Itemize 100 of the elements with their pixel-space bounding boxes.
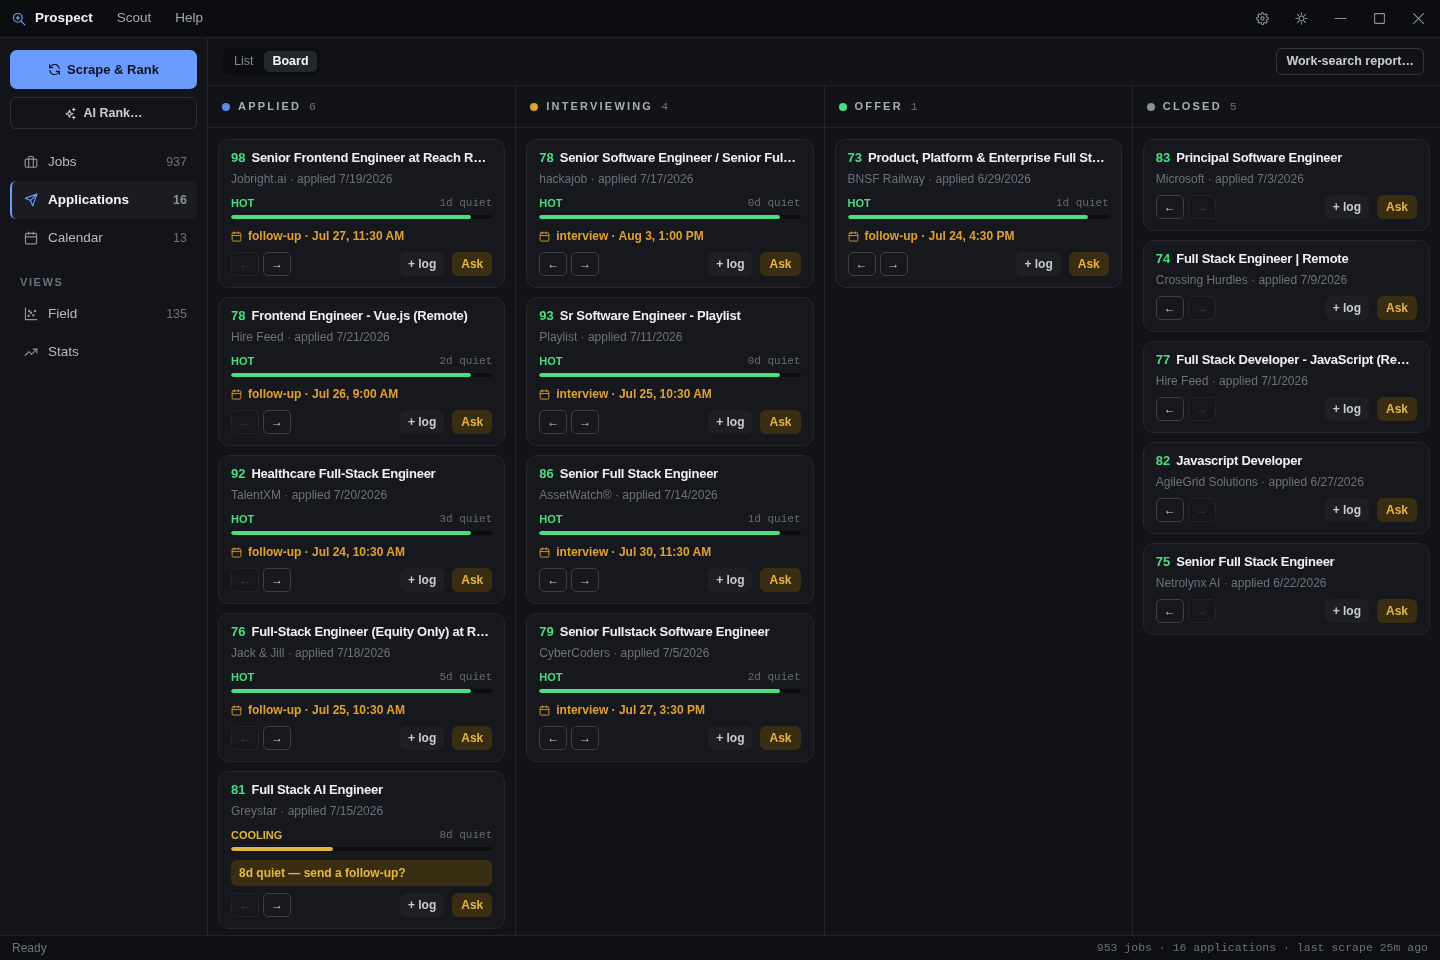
job-title: Senior Fullstack Software Engineer: [559, 623, 770, 641]
quiet-time: 1d quiet: [1055, 196, 1109, 211]
event-text: follow-up · Jul 26, 9:00 AM: [248, 386, 399, 403]
menu-item[interactable]: Help: [175, 8, 204, 29]
calendar-icon: [539, 230, 551, 242]
ask-button[interactable]: Ask: [760, 726, 801, 750]
move-back-button[interactable]: ←: [1155, 599, 1184, 623]
move-forward-button[interactable]: →: [571, 568, 600, 592]
move-back-button[interactable]: ←: [1155, 195, 1184, 219]
ask-button[interactable]: Ask: [1068, 252, 1109, 276]
ask-button[interactable]: Ask: [452, 252, 493, 276]
move-back-button[interactable]: ←: [847, 252, 876, 276]
ask-button[interactable]: Ask: [1377, 599, 1417, 623]
job-meta: Hire Feed · applied 7/1/2026: [1155, 373, 1309, 390]
match-score: 92: [231, 465, 246, 483]
move-forward-button[interactable]: →: [571, 726, 600, 750]
ask-button[interactable]: Ask: [452, 568, 493, 592]
log-button[interactable]: + log: [1324, 296, 1369, 320]
move-forward-button[interactable]: →: [263, 252, 291, 276]
maximize-icon[interactable]: [1373, 12, 1386, 25]
log-button[interactable]: + log: [1324, 397, 1369, 421]
log-button[interactable]: + log: [1016, 252, 1061, 276]
log-button[interactable]: + log: [1324, 195, 1369, 219]
log-button[interactable]: + log: [399, 252, 445, 276]
quiet-time: 0d quiet: [747, 196, 801, 211]
match-score: 78: [231, 307, 246, 325]
log-button[interactable]: + log: [399, 893, 445, 917]
job-title: Product, Platform & Enterprise Full St…: [867, 149, 1105, 167]
sidebar-item[interactable]: Jobs 937: [10, 143, 197, 181]
job-title: Principal Software Engineer: [1176, 149, 1343, 167]
scrape-rank-button[interactable]: Scrape & Rank: [10, 50, 197, 89]
report-button[interactable]: Work-search report…: [1276, 48, 1424, 75]
magnifier-icon: [12, 11, 26, 26]
ask-button[interactable]: Ask: [760, 568, 801, 592]
item-count: 937: [166, 153, 187, 171]
log-button[interactable]: + log: [708, 726, 753, 750]
job-meta: TalentXM · applied 7/20/2026: [231, 487, 389, 504]
log-button[interactable]: + log: [1324, 599, 1369, 623]
sidebar-item[interactable]: Calendar 13: [10, 219, 197, 257]
ask-button[interactable]: Ask: [760, 410, 801, 434]
menu-item[interactable]: Scout: [116, 8, 152, 29]
close-icon[interactable]: [1412, 12, 1425, 25]
move-back-button[interactable]: ←: [539, 410, 568, 434]
move-forward-button[interactable]: →: [571, 410, 600, 434]
event-text: interview · Jul 30, 11:30 AM: [556, 544, 712, 561]
ask-button[interactable]: Ask: [760, 252, 801, 276]
sidebar-item[interactable]: Field 135: [10, 295, 197, 333]
job-title: Javascript Developer: [1176, 452, 1302, 470]
log-button[interactable]: + log: [708, 568, 753, 592]
job-meta: Microsoft · applied 7/3/2026: [1155, 171, 1305, 188]
view-tab[interactable]: Board: [264, 51, 317, 72]
sidebar-item[interactable]: Applications 16: [10, 181, 197, 219]
view-tab[interactable]: List: [226, 51, 262, 72]
job-meta: Hire Feed · applied 7/21/2026: [231, 329, 391, 346]
ask-button[interactable]: Ask: [452, 410, 493, 434]
move-forward-button[interactable]: →: [263, 726, 291, 750]
sidebar-item[interactable]: Stats: [10, 333, 197, 371]
calendar-icon: [24, 231, 38, 245]
event-text: follow-up · Jul 24, 4:30 PM: [864, 228, 1015, 245]
log-button[interactable]: + log: [708, 410, 753, 434]
paper-plane-icon: [24, 193, 38, 207]
event-text: follow-up · Jul 24, 10:30 AM: [248, 544, 405, 561]
move-back-button[interactable]: ←: [1155, 397, 1184, 421]
move-forward-button[interactable]: →: [263, 893, 291, 917]
ai-rank-button[interactable]: AI Rank…: [10, 97, 197, 129]
move-forward-button[interactable]: →: [571, 252, 600, 276]
move-back-button[interactable]: ←: [539, 726, 568, 750]
heat-label: HOT: [847, 196, 871, 211]
follow-up-hint: 8d quiet — send a follow-up?: [231, 860, 493, 886]
settings-icon[interactable]: [1256, 12, 1269, 25]
move-forward-button[interactable]: →: [263, 410, 291, 434]
log-button[interactable]: + log: [708, 252, 753, 276]
job-meta: Netrolynx AI · applied 6/22/2026: [1155, 575, 1328, 592]
log-button[interactable]: + log: [399, 410, 445, 434]
ask-button[interactable]: Ask: [1377, 498, 1417, 522]
sun-icon[interactable]: [1295, 12, 1308, 25]
ask-button[interactable]: Ask: [452, 893, 493, 917]
log-button[interactable]: + log: [399, 726, 445, 750]
move-forward-button[interactable]: →: [879, 252, 908, 276]
move-back-button[interactable]: ←: [539, 568, 568, 592]
move-back-button[interactable]: ←: [1155, 498, 1184, 522]
heat-label: HOT: [231, 354, 255, 369]
item-count: 135: [166, 305, 187, 323]
move-back-button[interactable]: ←: [1155, 296, 1184, 320]
quiet-time: 2d quiet: [439, 354, 493, 369]
status-text: Ready: [12, 940, 47, 957]
ask-button[interactable]: Ask: [1377, 195, 1417, 219]
log-button[interactable]: + log: [399, 568, 445, 592]
heat-label: HOT: [231, 196, 255, 211]
item-count: 13: [173, 229, 187, 247]
ask-button[interactable]: Ask: [1377, 397, 1417, 421]
ask-button[interactable]: Ask: [1377, 296, 1417, 320]
move-back-button[interactable]: ←: [539, 252, 568, 276]
event-text: follow-up · Jul 25, 10:30 AM: [248, 702, 405, 719]
job-meta: Playlist · applied 7/11/2026: [539, 329, 684, 346]
move-forward-button[interactable]: →: [263, 568, 291, 592]
log-button[interactable]: + log: [1324, 498, 1369, 522]
match-score: 83: [1155, 149, 1171, 167]
ask-button[interactable]: Ask: [452, 726, 493, 750]
quiet-time: 1d quiet: [439, 196, 493, 211]
